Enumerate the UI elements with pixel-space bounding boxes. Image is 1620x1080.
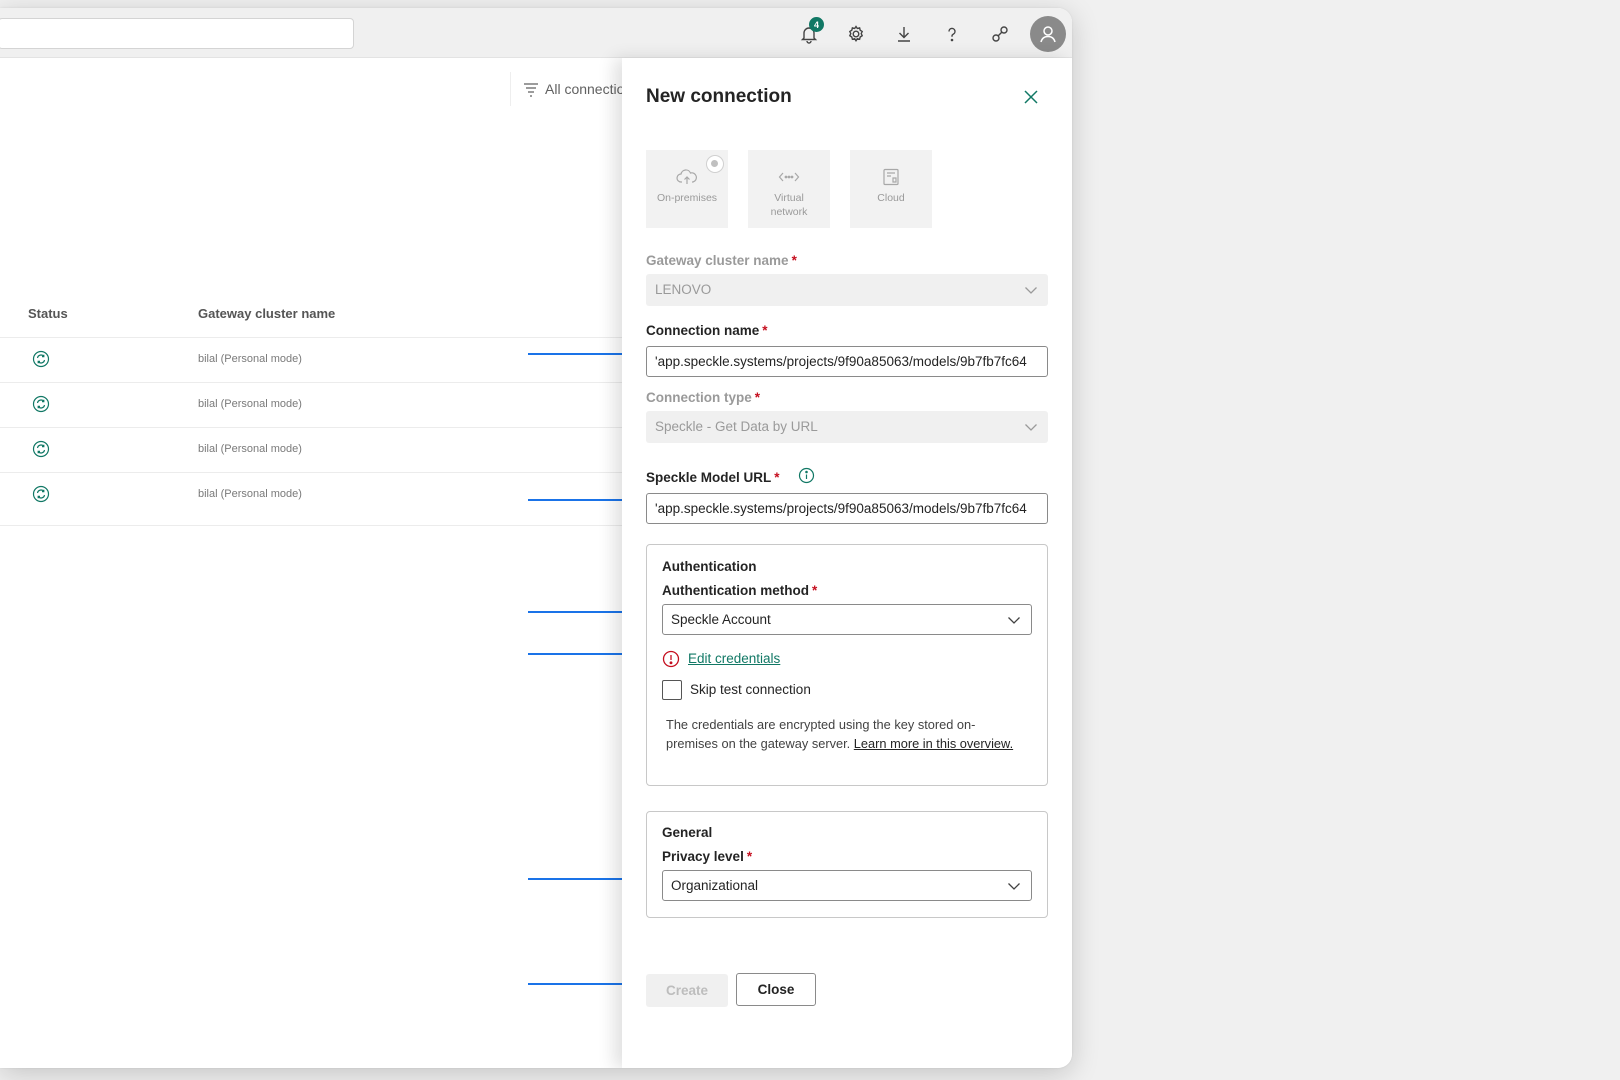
chevron-down-icon <box>1025 287 1037 294</box>
connection-type-label: Connection type * <box>646 390 761 405</box>
credentials-note: The credentials are encrypted using the … <box>666 717 1014 751</box>
tile-label: Virtual network <box>770 192 808 218</box>
close-icon[interactable] <box>1022 88 1040 106</box>
connection-type-select: Speckle - Get Data by URL <box>646 411 1048 443</box>
cloud-upload-icon <box>676 169 697 184</box>
auth-method-label: Authentication method * <box>662 583 818 598</box>
chevron-down-icon <box>1008 883 1020 890</box>
gateway-cluster-select: LENOVO <box>646 274 1048 306</box>
gateway-name: bilal (Personal mode) <box>198 353 302 365</box>
table-row[interactable]: bilal (Personal mode) <box>0 382 622 427</box>
search-input[interactable] <box>0 18 354 49</box>
download-icon <box>898 27 910 42</box>
column-header-status[interactable]: Status <box>28 306 68 321</box>
edit-credentials-link[interactable]: Edit credentials <box>688 651 780 666</box>
annotation-pointer <box>528 495 639 505</box>
tile-label: On-premises <box>656 192 718 204</box>
table-divider <box>0 525 622 526</box>
general-title: General <box>662 825 713 840</box>
connection-name-field[interactable]: 'app.speckle.systems/projects/9f90a85063… <box>646 346 1048 377</box>
privacy-level-label: Privacy level * <box>662 849 753 864</box>
learn-more-link[interactable]: Learn more in this overview. <box>854 736 1013 751</box>
skip-test-label[interactable]: Skip test connection <box>690 682 811 697</box>
panel-title: New connection <box>646 86 792 107</box>
filter-icon <box>524 83 538 97</box>
authentication-title: Authentication <box>662 559 757 574</box>
gateway-cluster-label: Gateway cluster name * <box>646 253 797 268</box>
virtual-network-icon <box>778 172 800 182</box>
sync-icon <box>32 350 50 368</box>
model-url-field[interactable]: 'app.speckle.systems/projects/9f90a85063… <box>646 493 1048 524</box>
privacy-level-dropdown[interactable]: Organizational <box>662 870 1032 901</box>
annotation-pointer <box>528 349 639 359</box>
question-icon <box>948 27 956 42</box>
authentication-group: Authentication Authentication method * Sp… <box>646 544 1048 786</box>
chevron-down-icon <box>1025 424 1037 431</box>
create-button[interactable]: Create <box>646 974 728 1007</box>
auth-method-dropdown[interactable]: Speckle Account <box>662 604 1032 635</box>
skip-test-checkbox[interactable] <box>662 680 682 700</box>
sync-icon <box>32 440 50 458</box>
annotation-pointer <box>528 874 639 884</box>
table-row[interactable]: bilal (Personal mode) <box>0 472 622 517</box>
tile-virtual-network[interactable]: Virtual network <box>748 150 830 228</box>
sync-icon <box>32 395 50 413</box>
help-button[interactable] <box>939 21 965 47</box>
user-avatar[interactable] <box>1030 16 1066 52</box>
model-url-label: Speckle Model URL * <box>646 470 780 485</box>
annotation-pointer <box>528 979 639 989</box>
download-button[interactable] <box>891 21 917 47</box>
radio-indicator <box>706 155 724 173</box>
filter-label: All connectio <box>545 81 625 97</box>
column-header-gateway[interactable]: Gateway cluster name <box>198 306 335 321</box>
gateway-name: bilal (Personal mode) <box>198 398 302 410</box>
settings-button[interactable] <box>843 21 869 47</box>
tile-on-premises[interactable]: On-premises <box>646 150 728 228</box>
info-icon[interactable] <box>798 467 815 484</box>
chevron-down-icon <box>1008 617 1020 624</box>
general-group: General Privacy level * Organizational <box>646 811 1048 918</box>
connection-name-label: Connection name * <box>646 323 768 338</box>
cloud-gateway-icon <box>883 168 899 186</box>
gateway-name: bilal (Personal mode) <box>198 443 302 455</box>
share-link-icon <box>992 26 1008 42</box>
tile-cloud[interactable]: Cloud <box>850 150 932 228</box>
app-window: 4 All connectio Status Gateway cluster n… <box>0 8 1072 1068</box>
gear-icon <box>848 25 864 42</box>
sync-icon <box>32 485 50 503</box>
notifications-button[interactable]: 4 <box>796 17 824 47</box>
new-connection-panel: New connection On-premises Virtual netwo… <box>622 58 1072 1068</box>
close-button[interactable]: Close <box>736 973 816 1006</box>
table-row[interactable]: bilal (Personal mode) <box>0 427 622 472</box>
annotation-pointer <box>528 607 639 617</box>
gateway-name: bilal (Personal mode) <box>198 488 302 500</box>
top-bar: 4 <box>0 8 1072 58</box>
error-icon <box>662 650 680 668</box>
share-button[interactable] <box>987 21 1013 47</box>
connections-filter[interactable]: All connectio <box>510 72 624 106</box>
notification-count-badge: 4 <box>809 17 824 32</box>
annotation-pointer <box>528 649 639 659</box>
tile-label: Cloud <box>877 192 905 204</box>
person-icon <box>1040 26 1056 43</box>
table-row[interactable]: bilal (Personal mode) <box>0 337 622 382</box>
